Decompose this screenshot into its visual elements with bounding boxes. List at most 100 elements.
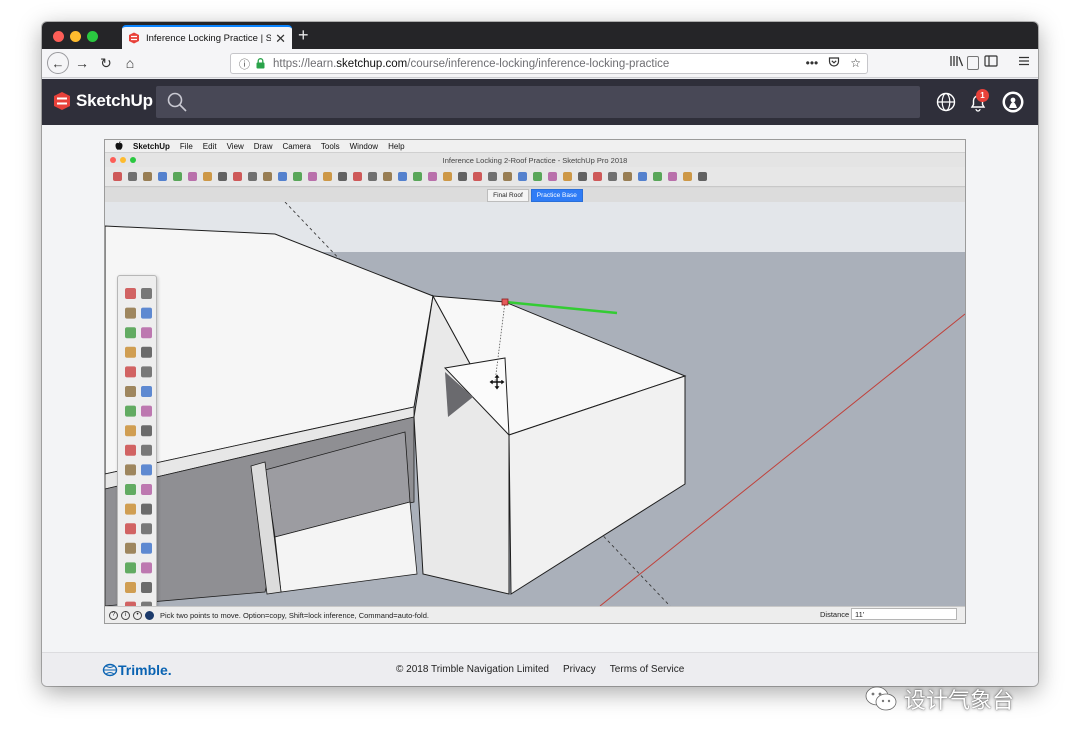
palette-tool-icon[interactable] [125,464,136,476]
measurements-input[interactable]: 11' [851,608,957,620]
toolbar-tool-icon[interactable] [488,172,497,181]
toolbar-tool-icon[interactable] [458,172,467,181]
palette-tool-icon[interactable] [125,386,136,397]
zoom-window-button[interactable] [87,31,98,42]
palette-tool-icon[interactable] [125,523,136,535]
palette-tool-icon[interactable] [141,523,152,535]
toolbar-tool-icon[interactable] [158,172,167,181]
reload-button[interactable]: ↻ [97,53,115,73]
back-button[interactable]: ← [47,52,69,74]
menu-file[interactable]: File [180,142,193,151]
toolbar-tool-icon[interactable] [308,172,317,181]
menu-tools[interactable]: Tools [321,142,340,151]
palette-tool-icon[interactable] [125,346,136,358]
palette-tool-icon[interactable] [141,562,152,574]
palette-tool-icon[interactable] [141,346,152,358]
palette-tool-icon[interactable] [141,582,152,593]
toolbar-tool-icon[interactable] [443,172,452,181]
globe-icon[interactable] [936,92,956,112]
toolbar-tool-icon[interactable] [323,172,332,181]
palette-tool-icon[interactable] [125,444,136,456]
menu-window[interactable]: Window [350,142,378,151]
toolbar-tool-icon[interactable] [413,172,422,181]
toolbar-tool-icon[interactable] [233,172,242,181]
toolbar-tool-icon[interactable] [278,172,287,181]
privacy-link[interactable]: Privacy [563,664,596,675]
large-tool-set-palette[interactable] [117,275,157,606]
palette-tool-icon[interactable] [125,582,136,593]
palette-tool-icon[interactable] [141,386,152,397]
toolbar-tool-icon[interactable] [398,172,407,181]
bookmark-star-icon[interactable]: ☆ [850,56,861,71]
toolbar-tool-icon[interactable] [518,172,527,181]
menu-draw[interactable]: Draw [254,142,273,151]
site-search-input[interactable] [156,86,920,118]
site-info-icon[interactable]: ⓘ [239,56,250,72]
toolbar-tool-icon[interactable] [668,172,677,181]
toolbar-tool-icon[interactable] [578,172,587,181]
forward-button[interactable]: → [73,53,91,73]
palette-tool-icon[interactable] [141,366,152,378]
palette-tool-icon[interactable] [141,405,152,417]
toolbar-tool-icon[interactable] [473,172,482,181]
tab-inference-locking[interactable]: Inference Locking Practice | Sk ✕ [122,25,292,49]
palette-tool-icon[interactable] [125,327,136,339]
toolbar-tool-icon[interactable] [548,172,557,181]
menu-help[interactable]: Help [388,142,404,151]
terms-link[interactable]: Terms of Service [610,664,684,675]
close-tab-icon[interactable]: ✕ [275,32,286,45]
toolbar-tool-icon[interactable] [143,172,152,181]
toolbar-tool-icon[interactable] [368,172,377,181]
app-window-controls[interactable] [110,157,136,163]
library-icon[interactable] [950,55,964,70]
modeling-viewport[interactable] [105,202,965,606]
toolbar-tool-icon[interactable] [563,172,572,181]
palette-tool-icon[interactable] [141,444,152,456]
toolbar-tool-icon[interactable] [638,172,647,181]
toolbar-tool-icon[interactable] [503,172,512,181]
toolbar-tool-icon[interactable] [248,172,257,181]
menu-camera[interactable]: Camera [282,142,310,151]
toolbar-tool-icon[interactable] [428,172,437,181]
toolbar-tool-icon[interactable] [593,172,602,181]
palette-tool-icon[interactable] [125,307,136,319]
geolocation-icon[interactable]: ? [109,610,118,620]
palette-tool-icon[interactable] [141,503,152,515]
sketchup-logo[interactable]: SketchUp [52,91,153,111]
minimize-window-button[interactable] [70,31,81,42]
palette-tool-icon[interactable] [141,484,152,495]
user-icon[interactable]: • [133,610,142,620]
page-actions-icon[interactable]: ••• [806,56,819,71]
toolbar-tool-icon[interactable] [623,172,632,181]
palette-tool-icon[interactable] [141,425,152,437]
close-window-button[interactable] [53,31,64,42]
toolbar-tool-icon[interactable] [293,172,302,181]
notifications-button[interactable]: 1 [968,89,990,112]
palette-tool-icon[interactable] [141,288,152,299]
toolbar-tool-icon[interactable] [683,172,692,181]
palette-tool-icon[interactable] [141,464,152,476]
menu-edit[interactable]: Edit [203,142,217,151]
palette-tool-icon[interactable] [125,425,136,437]
scene-tab-final-roof[interactable]: Final Roof [487,188,529,202]
toolbar-tool-icon[interactable] [173,172,182,181]
toolbar-tool-icon[interactable] [653,172,662,181]
toolbar-tool-icon[interactable] [188,172,197,181]
palette-tool-icon[interactable] [125,484,136,495]
toolbar-tool-icon[interactable] [263,172,272,181]
home-button[interactable]: ⌂ [121,53,139,73]
info-icon[interactable]: i [121,610,130,620]
avatar[interactable] [1002,91,1024,113]
toolbar-tool-icon[interactable] [383,172,392,181]
palette-tool-icon[interactable] [141,307,152,319]
toolbar-tool-icon[interactable] [338,172,347,181]
palette-tool-icon[interactable] [125,503,136,515]
palette-tool-icon[interactable] [141,327,152,339]
pocket-icon[interactable] [828,56,840,71]
palette-tool-icon[interactable] [125,405,136,417]
toolbar-tool-icon[interactable] [113,172,122,181]
toolbar-tool-icon[interactable] [128,172,137,181]
palette-tool-icon[interactable] [141,542,152,554]
sidebar-icon[interactable] [984,55,998,70]
toolbar-tool-icon[interactable] [698,172,707,181]
